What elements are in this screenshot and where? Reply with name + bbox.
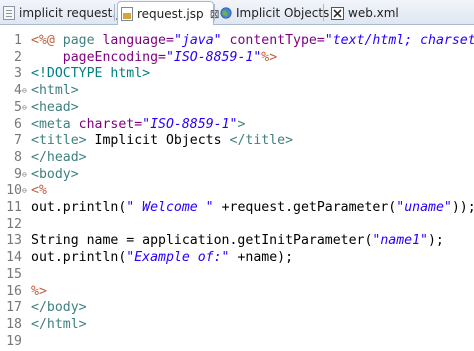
- code-token: <!DOCTYPE html>: [31, 66, 151, 82]
- tab-implicit-objects[interactable]: Implicit Objects: [217, 2, 329, 24]
- tab-web-xml[interactable]: web.xml: [328, 2, 408, 24]
- code-token: ));: [451, 200, 474, 215]
- file-icon: [3, 6, 15, 20]
- code-token: "Example of:": [126, 250, 230, 266]
- tab-label: Implicit Objects: [236, 6, 330, 20]
- code-token: <html>: [31, 83, 79, 99]
- code-token: out.println(: [31, 250, 127, 266]
- code-token: +name);: [229, 250, 294, 266]
- editor-tab-bar: implicit request.jsp request.jsp ⊠ Impli…: [0, 0, 474, 25]
- code-token: <title>: [31, 133, 87, 149]
- line-number: 19: [6, 333, 22, 349]
- code-token: <%@: [31, 33, 63, 48]
- tab-label: web.xml: [348, 6, 399, 20]
- code-token: "java": [173, 33, 222, 48]
- code-editor[interactable]: 1 <%@ page language="java" contentType="t…: [0, 25, 474, 349]
- code-token: Implicit Objects: [86, 133, 230, 149]
- code-token: "text/html; charset=I: [324, 33, 474, 48]
- tab-separator: [323, 4, 324, 21]
- code-token: pageEncoding=: [31, 49, 166, 65]
- tab-label: request.jsp: [137, 6, 204, 21]
- code-token: "ISO-8859-1": [165, 49, 262, 65]
- code-token: language=: [102, 33, 174, 48]
- code-token: String name = application.getInitParamet…: [31, 233, 373, 249]
- code-token: "uname": [396, 200, 452, 215]
- code-token: <body>: [31, 166, 79, 182]
- xml-file-icon: [331, 6, 344, 20]
- code-token: +request.getParameter(: [213, 200, 397, 215]
- tab-separator: [214, 4, 215, 21]
- code-token: </body>: [31, 300, 87, 316]
- tab-separator: [114, 4, 115, 21]
- code-token: <meta: [31, 116, 79, 132]
- jsp-file-icon: [121, 6, 133, 21]
- tab-request-jsp[interactable]: request.jsp ⊠: [117, 1, 220, 25]
- code-token: contentType=: [221, 33, 325, 48]
- code-token: );: [427, 233, 444, 249]
- browser-globe-icon: [220, 7, 232, 19]
- code-token: " Welcome ": [126, 200, 214, 215]
- code-token: %>: [31, 283, 47, 299]
- code-token: >: [237, 116, 246, 132]
- code-token: <%: [31, 183, 47, 199]
- code-token: out.println(: [31, 200, 127, 215]
- code-token: "ISO-8859-1": [142, 116, 238, 132]
- code-token: <head>: [31, 99, 79, 115]
- code-token: charset=: [78, 116, 143, 132]
- code-token: %>: [261, 49, 278, 65]
- code-token: </title>: [229, 133, 294, 149]
- code-token: "name1": [372, 233, 428, 249]
- tab-implicit-request-jsp[interactable]: implicit request.jsp: [0, 2, 133, 24]
- code-token: page: [62, 33, 103, 48]
- code-line[interactable]: 19: [0, 332, 474, 351]
- code-token: </head>: [31, 149, 87, 165]
